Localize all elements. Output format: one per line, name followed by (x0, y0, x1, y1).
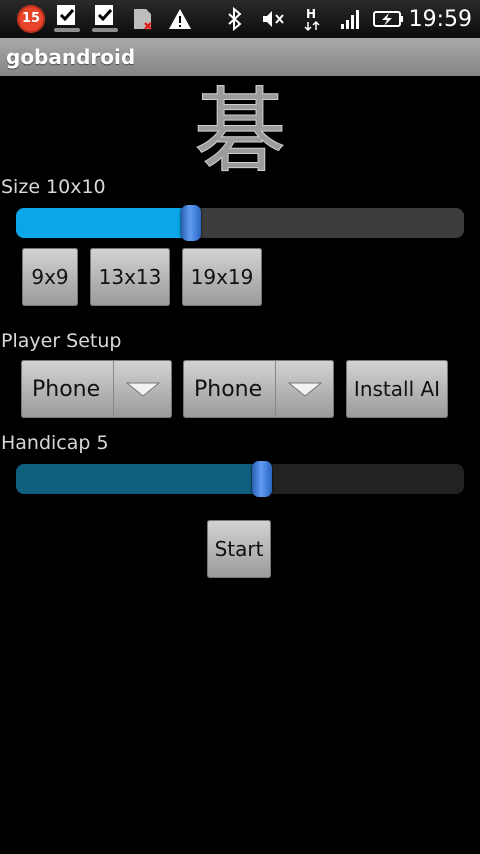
board-size-slider[interactable] (16, 205, 464, 241)
size-13x13-button[interactable]: 13x13 (90, 248, 170, 306)
install-ai-button[interactable]: Install AI (346, 360, 448, 418)
chevron-down-icon (113, 360, 172, 418)
clock: 19:59 (408, 6, 472, 32)
handicap-slider[interactable] (16, 461, 464, 497)
slider-fill (16, 464, 262, 494)
handicap-label: Handicap 5 (1, 432, 109, 454)
board-size-label: Size 10x10 (1, 176, 106, 198)
player1-select[interactable]: Phone (21, 360, 172, 418)
app-title: gobandroid (6, 45, 136, 69)
slider-thumb[interactable] (252, 461, 272, 497)
player-setup-label: Player Setup (1, 330, 122, 352)
task-done-icon (90, 0, 120, 38)
bluetooth-icon (224, 0, 246, 38)
hspa-signal-icon: H (301, 0, 323, 38)
signal-strength-icon (339, 0, 363, 38)
logo-glyph: 碁 (194, 78, 286, 178)
slider-fill (16, 208, 191, 238)
player2-select[interactable]: Phone (183, 360, 334, 418)
warning-icon (167, 0, 193, 38)
status-bar: 15 H 19:59 (0, 0, 480, 38)
notification-badge[interactable]: 15 (16, 0, 46, 38)
start-button[interactable]: Start (207, 520, 271, 578)
battery-charging-icon (373, 0, 405, 38)
notification-count: 15 (17, 5, 45, 33)
slider-thumb[interactable] (181, 205, 201, 241)
player2-value: Phone (194, 376, 263, 402)
go-logo: 碁 (190, 78, 290, 186)
size-9x9-button[interactable]: 9x9 (22, 248, 78, 306)
chevron-down-icon (275, 360, 334, 418)
screen: 15 H 19:59 gobandroid 碁 Size 10x10 9x9 1… (0, 0, 480, 854)
mute-icon (261, 0, 285, 38)
title-bar: gobandroid (0, 38, 480, 76)
svg-text:H: H (306, 7, 316, 21)
player1-value: Phone (32, 376, 101, 402)
size-19x19-button[interactable]: 19x19 (182, 248, 262, 306)
sd-card-error-icon (130, 0, 156, 38)
task-done-icon (52, 0, 82, 38)
